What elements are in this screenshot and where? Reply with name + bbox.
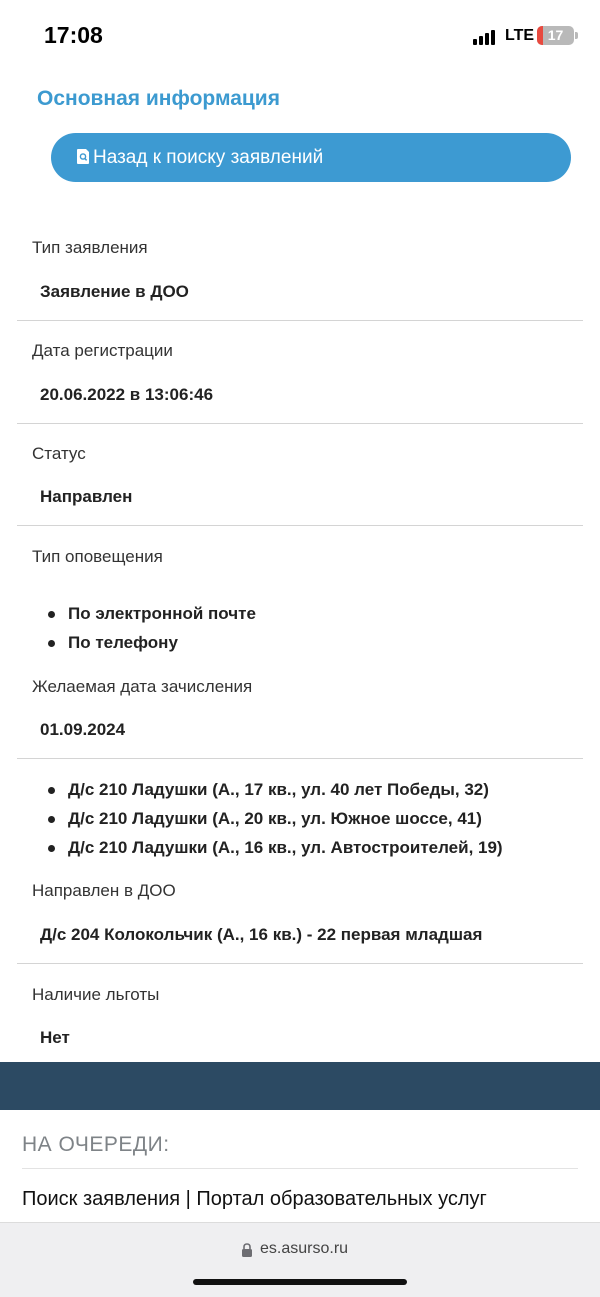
notification-type-label: Тип оповещения: [32, 547, 163, 566]
back-to-search-button[interactable]: Назад к поиску заявлений: [51, 133, 571, 182]
preferred-kindergartens-list: Д/с 210 Ладушки (А., 17 кв., ул. 40 лет …: [48, 779, 503, 866]
divider: [17, 320, 583, 321]
cellular-signal-icon: [473, 29, 497, 45]
list-item: Д/с 210 Ладушки (А., 16 кв., ул. Автостр…: [48, 837, 503, 866]
list-item: По телефону: [48, 632, 256, 661]
divider: [17, 963, 583, 964]
list-item: По электронной почте: [48, 603, 256, 632]
lock-icon: [242, 1243, 252, 1257]
list-item: Д/с 210 Ладушки (А., 17 кв., ул. 40 лет …: [48, 779, 503, 808]
portal-page-title: Поиск заявления | Портал образовательных…: [22, 1188, 487, 1210]
divider: [17, 758, 583, 759]
status-value: Направлен: [40, 487, 133, 506]
desired-date-value: 01.09.2024: [40, 720, 126, 739]
list-item: Д/с 210 Ладушки (А., 20 кв., ул. Южное ш…: [48, 808, 503, 837]
battery-level: 17: [547, 27, 564, 43]
divider: [17, 525, 583, 526]
browser-address-bar[interactable]: [0, 1222, 600, 1297]
desired-date-label: Желаемая дата зачисления: [32, 677, 253, 696]
assigned-kindergarten-value: Д/с 204 Колокольчик (А., 16 кв.) - 22 пе…: [40, 925, 483, 944]
network-type: LTE: [505, 27, 535, 44]
application-type-label: Тип заявления: [32, 238, 148, 257]
queue-heading: НА ОЧЕРЕДИ:: [22, 1133, 170, 1156]
assigned-kindergarten-label: Направлен в ДОО: [32, 881, 176, 900]
divider: [17, 423, 583, 424]
registration-date-label: Дата регистрации: [32, 341, 173, 360]
page-title: Основная информация: [37, 87, 280, 110]
back-button-label: Назад к поиску заявлений: [93, 147, 324, 168]
battery-cap: [575, 32, 578, 39]
status-bar: 17:08 LTE 17: [0, 0, 600, 70]
footer-band: [0, 1062, 600, 1110]
notification-type-list: По электронной почте По телефону: [48, 603, 256, 661]
divider: [22, 1168, 578, 1169]
application-type-value: Заявление в ДОО: [40, 282, 189, 301]
url-text[interactable]: es.asurso.ru: [260, 1240, 348, 1258]
home-indicator[interactable]: [193, 1279, 407, 1285]
search-document-icon: [77, 149, 89, 164]
benefit-value: Нет: [40, 1028, 70, 1047]
battery-icon: 17: [537, 26, 574, 45]
registration-date-value: 20.06.2022 в 13:06:46: [40, 385, 214, 404]
benefit-label: Наличие льготы: [32, 985, 160, 1004]
status-label: Статус: [32, 444, 86, 463]
clock: 17:08: [44, 22, 103, 48]
